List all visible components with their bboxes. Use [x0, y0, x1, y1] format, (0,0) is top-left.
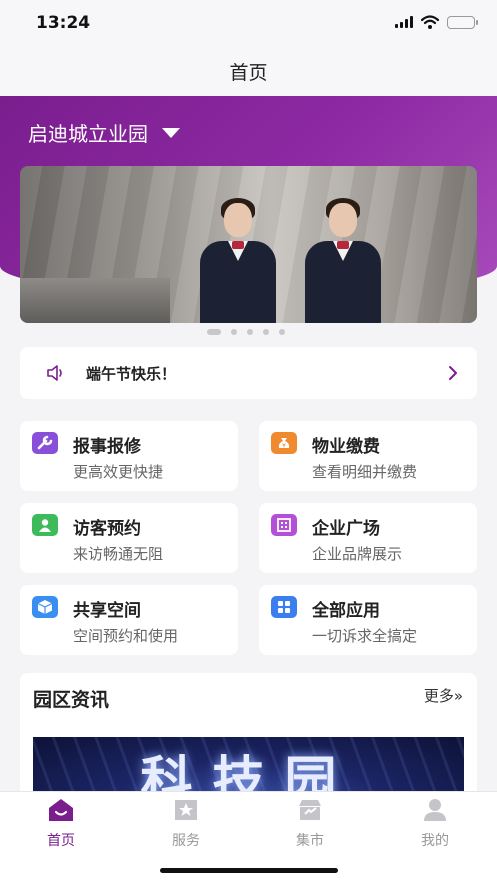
wrench-icon — [32, 432, 58, 454]
news-section: 园区资讯 更多» 科技园 — [20, 673, 477, 803]
tile-visitor[interactable]: 访客预约 来访畅通无阻 — [20, 503, 238, 573]
banner-dot[interactable] — [263, 329, 269, 335]
tile-title: 报事报修 — [73, 437, 141, 457]
tile-subtitle: 来访畅通无阻 — [73, 545, 164, 563]
tile-enterprise-square[interactable]: 企业广场 企业品牌展示 — [259, 503, 477, 573]
banner-desk — [20, 278, 170, 323]
tile-title: 企业广场 — [312, 519, 380, 539]
tile-title: 全部应用 — [312, 601, 380, 621]
tab-market[interactable]: 集市 — [280, 798, 340, 850]
money-bag-icon: ¥ — [271, 432, 297, 454]
banner-dot[interactable] — [279, 329, 285, 335]
banner-dot[interactable] — [207, 329, 221, 335]
page-title: 首页 — [229, 62, 268, 84]
cube-icon — [32, 596, 58, 618]
tile-repair[interactable]: 报事报修 更高效更快捷 — [20, 421, 238, 491]
speaker-icon — [47, 365, 62, 381]
battery-icon — [447, 15, 478, 29]
banner-dot[interactable] — [247, 329, 253, 335]
home-indicator — [160, 868, 338, 873]
tile-property-fee[interactable]: ¥ 物业缴费 查看明细并缴费 — [259, 421, 477, 491]
news-more-link[interactable]: 更多» — [424, 685, 463, 706]
svg-text:¥: ¥ — [282, 443, 286, 450]
tab-label: 我的 — [421, 833, 449, 849]
chevron-right-icon — [449, 366, 457, 380]
home-icon — [49, 799, 73, 821]
notice-text: 端午节快乐！ — [86, 364, 177, 383]
tile-subtitle: 查看明细并缴费 — [312, 463, 418, 481]
building-icon — [271, 514, 297, 536]
tab-home[interactable]: 首页 — [31, 798, 91, 850]
news-title: 园区资讯 — [33, 689, 110, 711]
status-time: 13:24 — [36, 13, 91, 33]
user-icon — [424, 799, 446, 821]
banner-carousel[interactable] — [20, 166, 477, 323]
caret-down-icon — [162, 127, 180, 138]
tab-mine[interactable]: 我的 — [405, 798, 465, 850]
park-selector[interactable]: 启迪城立业园 — [28, 118, 180, 147]
tab-label: 首页 — [47, 833, 75, 849]
tile-title: 物业缴费 — [312, 437, 380, 457]
notice-card[interactable]: 端午节快乐！ — [20, 347, 477, 399]
wifi-icon — [421, 15, 439, 29]
tile-subtitle: 企业品牌展示 — [312, 545, 403, 563]
visitor-icon — [32, 514, 58, 536]
tile-shared-space[interactable]: 共享空间 空间预约和使用 — [20, 585, 238, 655]
banner-person-left — [190, 193, 286, 323]
tab-label: 服务 — [172, 833, 200, 849]
tab-service[interactable]: 服务 — [156, 798, 216, 850]
grid-icon — [271, 596, 297, 618]
nav-bar: 首页 — [0, 50, 497, 96]
banner-person-right — [295, 193, 391, 323]
tile-title: 共享空间 — [73, 601, 141, 621]
tile-subtitle: 更高效更快捷 — [73, 463, 164, 481]
market-icon — [299, 800, 321, 820]
tile-subtitle: 空间预约和使用 — [73, 627, 179, 645]
status-bar: 13:24 — [0, 0, 497, 50]
signal-icon — [395, 16, 413, 28]
park-name: 启迪城立业园 — [28, 122, 148, 146]
banner-dot[interactable] — [231, 329, 237, 335]
tile-subtitle: 一切诉求全搞定 — [312, 627, 418, 645]
tab-label: 集市 — [296, 833, 324, 849]
banner-pagination — [207, 329, 285, 335]
star-bookmark-icon — [175, 800, 197, 820]
tile-all-apps[interactable]: 全部应用 一切诉求全搞定 — [259, 585, 477, 655]
status-icons — [395, 15, 478, 29]
tile-title: 访客预约 — [73, 519, 141, 539]
